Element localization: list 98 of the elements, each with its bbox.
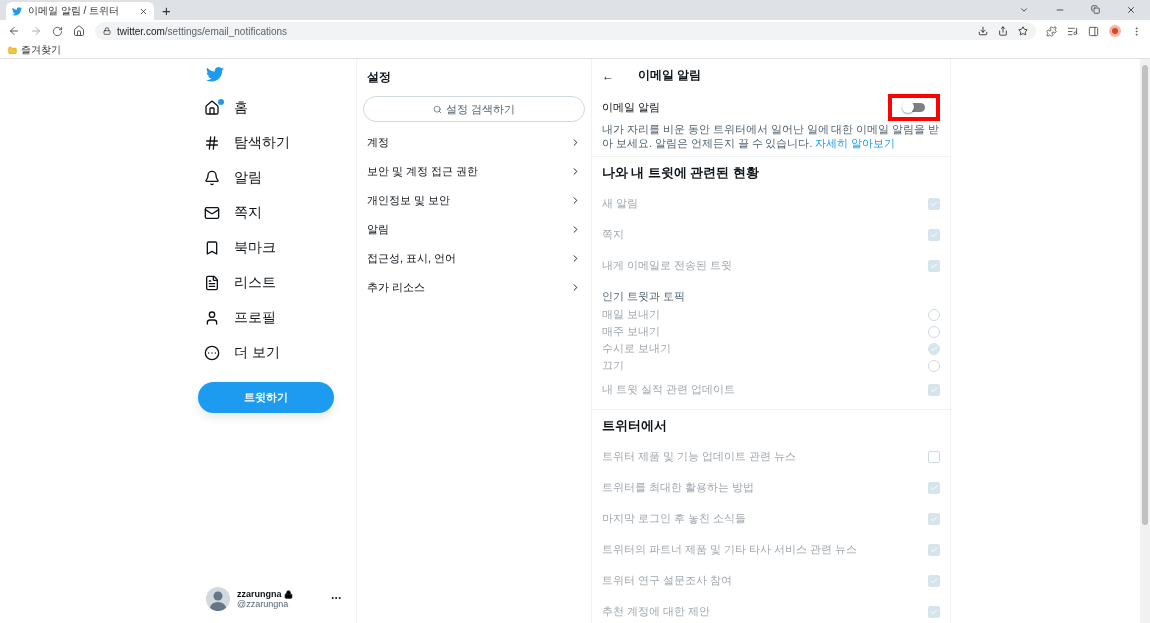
check-icon xyxy=(930,576,938,585)
option-label: 트위터 연구 설문조사 참여 xyxy=(602,573,733,589)
toggle-label: 이메일 알림 xyxy=(602,100,661,115)
mail-icon xyxy=(204,204,220,221)
option-label: 추천 계정에 대한 제안 xyxy=(602,604,711,620)
option-label: 마지막 로그인 후 놓친 소식들 xyxy=(602,511,747,527)
settings-item[interactable]: 계정 xyxy=(357,128,591,157)
settings-item[interactable]: 개인정보 및 보안 xyxy=(357,186,591,215)
search-icon xyxy=(432,104,442,114)
bell-icon xyxy=(204,169,220,186)
check-icon xyxy=(930,344,938,353)
profile-icon[interactable] xyxy=(1109,25,1121,37)
side-panel-icon[interactable] xyxy=(1088,25,1099,37)
checkbox[interactable] xyxy=(928,605,940,618)
bird-logo[interactable] xyxy=(206,67,224,82)
bookmark-item[interactable]: 즐겨찾기 xyxy=(8,43,61,57)
column-title: 설정 xyxy=(366,69,392,86)
forward-icon[interactable] xyxy=(30,25,42,37)
option-label: 트위터를 최대한 활용하는 방법 xyxy=(602,480,755,496)
settings-item[interactable]: 접근성, 표시, 언어 xyxy=(357,244,591,273)
check-icon xyxy=(930,483,938,492)
extensions-icon[interactable] xyxy=(1046,25,1057,37)
page-title: 이메일 알림 xyxy=(638,67,702,84)
check-icon xyxy=(930,385,938,394)
install-icon[interactable] xyxy=(978,26,988,36)
option-label: 쪽지 xyxy=(602,227,624,243)
radio-button[interactable] xyxy=(928,308,940,321)
checkbox[interactable] xyxy=(928,574,940,587)
option-label: 내게 이메일로 전송된 트윗 xyxy=(602,258,733,274)
folder-icon xyxy=(8,45,17,55)
option-label: 트위터 제품 및 기능 업데이트 관련 뉴스 xyxy=(602,449,797,465)
option-label: 끄기 xyxy=(602,358,624,374)
checkbox[interactable] xyxy=(928,512,940,525)
checkbox[interactable] xyxy=(928,259,940,272)
nav-item[interactable]: 리스트 xyxy=(196,265,356,300)
check-icon xyxy=(930,607,938,616)
account-name: zzarungna xyxy=(237,589,293,599)
more-icon xyxy=(204,344,220,361)
person-icon xyxy=(204,309,220,326)
checkbox[interactable] xyxy=(928,197,940,210)
description: 내가 자리를 비운 동안 트위터에서 일어난 일에 대한 이메일 알림을 받아 보세요. 알림은 언제든지 끌 수 있습니다. 자세히 알아보기 xyxy=(592,121,950,158)
home-icon xyxy=(204,99,220,116)
new-tab-button[interactable]: + xyxy=(154,2,179,20)
address-bar[interactable]: twitter.com/settings/email_notifications xyxy=(95,22,1036,40)
radio-button[interactable] xyxy=(928,325,940,338)
settings-item[interactable]: 알림 xyxy=(357,215,591,244)
option-label: 매일 보내기 xyxy=(602,307,661,323)
star-icon[interactable] xyxy=(1018,26,1028,36)
scrollbar-thumb[interactable] xyxy=(1142,65,1148,525)
nav-item[interactable]: 쪽지 xyxy=(196,195,356,230)
section-heading: 나와 내 트윗에 관련된 현황 xyxy=(601,165,760,183)
nav-item[interactable]: 북마크 xyxy=(196,230,356,265)
home-icon[interactable] xyxy=(73,25,85,37)
lock-icon xyxy=(103,27,111,35)
avatar[interactable] xyxy=(206,587,230,611)
nav-item[interactable]: 더 보기 xyxy=(196,335,356,370)
checkbox[interactable] xyxy=(928,450,940,463)
check-icon xyxy=(930,230,938,239)
check-icon xyxy=(930,514,938,523)
settings-item[interactable]: 보안 및 계정 접근 권한 xyxy=(357,157,591,186)
list-icon xyxy=(204,274,220,291)
restore-icon[interactable] xyxy=(1091,5,1100,14)
checkbox[interactable] xyxy=(928,228,940,241)
hash-icon xyxy=(204,134,220,151)
checkbox[interactable] xyxy=(928,481,940,494)
share-icon[interactable] xyxy=(998,26,1008,36)
option-label: 수시로 보내기 xyxy=(602,341,672,357)
nav-item[interactable]: 프로필 xyxy=(196,300,356,335)
option-label: 새 알림 xyxy=(602,196,639,212)
back-button[interactable]: ← xyxy=(602,68,614,83)
close-icon[interactable] xyxy=(139,6,148,16)
radio-button[interactable] xyxy=(928,342,940,355)
media-icon[interactable] xyxy=(1067,25,1078,37)
back-icon[interactable] xyxy=(8,25,20,37)
bookmark-icon xyxy=(204,239,220,256)
nav-item[interactable]: 홈 xyxy=(196,90,356,125)
nav-item[interactable]: 탐색하기 xyxy=(196,125,356,160)
tab-title: 이메일 알림 / 트위터 xyxy=(28,4,121,18)
settings-item[interactable]: 추가 리소스 xyxy=(357,273,591,302)
toggle-switch[interactable] xyxy=(903,103,925,112)
reload-icon[interactable] xyxy=(52,25,63,37)
check-icon xyxy=(930,199,938,208)
browser-tab[interactable]: 이메일 알림 / 트위터 xyxy=(6,2,154,20)
nav-item[interactable]: 알림 xyxy=(196,160,356,195)
check-icon xyxy=(930,545,938,554)
close-icon[interactable] xyxy=(1126,5,1136,15)
section-heading: 트위터에서 xyxy=(601,418,668,436)
option-label: 내 트윗 실적 관련 업데이트 xyxy=(602,382,736,398)
group-label: 인기 트윗과 토픽 xyxy=(601,289,687,305)
checkbox[interactable] xyxy=(928,383,940,396)
radio-button[interactable] xyxy=(928,359,940,372)
checkbox[interactable] xyxy=(928,543,940,556)
account-handle: @zzarungna xyxy=(237,599,290,609)
tab-search-icon[interactable] xyxy=(1019,5,1029,15)
bird-icon xyxy=(12,6,22,16)
option-label: 매주 보내기 xyxy=(602,324,661,340)
option-label: 트위터의 파트너 제품 및 기타 타사 서비스 관련 뉴스 xyxy=(602,542,858,558)
check-icon xyxy=(930,261,938,270)
